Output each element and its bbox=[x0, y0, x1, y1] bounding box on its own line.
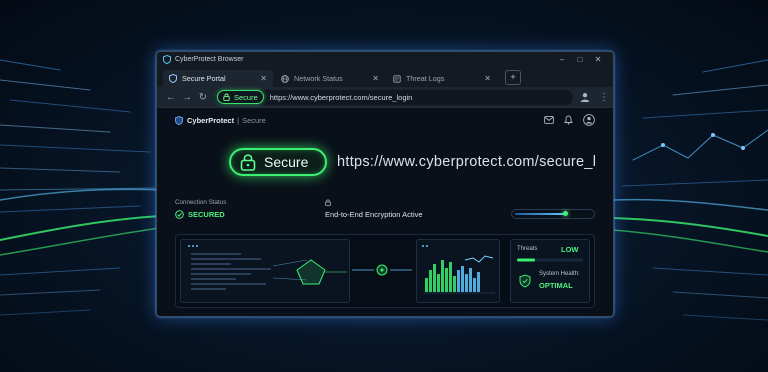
menu-icon[interactable]: ⋮ bbox=[599, 92, 609, 103]
document-icon bbox=[393, 74, 401, 83]
tab-network-status[interactable]: Network Status ✕ bbox=[275, 70, 385, 87]
dashboard-panel: Threats LOW System Health: OPTIMAL bbox=[175, 234, 595, 308]
status-row: Connection Status SECURED End-to-End Enc… bbox=[175, 199, 595, 229]
shield-check-icon bbox=[519, 274, 531, 288]
lock-icon bbox=[240, 154, 256, 171]
health-label: System Health: bbox=[539, 271, 580, 277]
minimize-button[interactable]: – bbox=[553, 55, 571, 64]
section-name: Secure bbox=[242, 115, 266, 125]
health-value: OPTIMAL bbox=[539, 281, 573, 290]
forward-button[interactable]: → bbox=[179, 92, 195, 103]
bell-icon[interactable] bbox=[564, 115, 573, 125]
app-header: CyberProtect | Secure bbox=[157, 108, 613, 132]
tab-secure-portal[interactable]: Secure Portal ✕ bbox=[163, 70, 273, 87]
connection-status-label: Connection Status bbox=[175, 199, 227, 206]
header-icons bbox=[544, 114, 595, 126]
traffic-chart-graphic bbox=[422, 245, 495, 294]
code-monitor-widget bbox=[180, 239, 350, 303]
hero-secure-bar: Secure https://www.cyberprotect.com/secu… bbox=[229, 148, 596, 176]
browser-window: CyberProtect Browser – □ ✕ Secure Portal… bbox=[156, 51, 614, 317]
background-code-left bbox=[0, 59, 166, 316]
brand-divider: | bbox=[237, 115, 240, 125]
tab-label: Network Status bbox=[294, 74, 343, 83]
maximize-button[interactable]: □ bbox=[571, 55, 589, 64]
tab-label: Threat Logs bbox=[406, 74, 445, 83]
traffic-chart-widget bbox=[416, 239, 500, 303]
network-node-graphic bbox=[352, 264, 412, 276]
shield-icon bbox=[163, 55, 171, 64]
connection-status-value: SECURED bbox=[175, 210, 225, 219]
shield-icon bbox=[175, 115, 183, 125]
address-bar: ← → ↻ Secure https://www.cyberprotect.co… bbox=[157, 87, 613, 108]
threats-label: Threats bbox=[517, 246, 538, 252]
hero-secure-badge: Secure bbox=[229, 148, 327, 176]
close-button[interactable]: ✕ bbox=[589, 55, 607, 64]
secure-label: Secure bbox=[234, 92, 258, 102]
profile-icon[interactable] bbox=[579, 91, 591, 103]
lock-icon bbox=[223, 93, 230, 101]
check-circle-icon bbox=[175, 210, 184, 219]
tab-bar: Secure Portal ✕ Network Status ✕ Threat … bbox=[157, 67, 613, 87]
background-code-right bbox=[612, 59, 768, 321]
tab-label: Secure Portal bbox=[182, 74, 226, 83]
page-content: CyberProtect | Secure Secure https://www… bbox=[157, 108, 613, 316]
network-node-widget bbox=[352, 253, 412, 287]
slider-knob[interactable] bbox=[563, 211, 569, 216]
lock-icon bbox=[325, 199, 331, 206]
back-button[interactable]: ← bbox=[163, 92, 179, 103]
slider-fill bbox=[515, 212, 566, 215]
encryption-level-slider[interactable] bbox=[511, 209, 595, 219]
reload-button[interactable]: ↻ bbox=[195, 92, 211, 103]
globe-icon bbox=[281, 74, 289, 83]
tab-close-icon[interactable]: ✕ bbox=[372, 74, 379, 83]
new-tab-button[interactable]: + bbox=[505, 70, 521, 85]
secure-badge[interactable]: Secure bbox=[217, 90, 264, 104]
tab-close-icon[interactable]: ✕ bbox=[484, 74, 491, 83]
user-avatar-icon[interactable] bbox=[583, 114, 595, 126]
window-title: CyberProtect Browser bbox=[175, 56, 244, 63]
code-monitor-graphic bbox=[188, 245, 347, 290]
mail-icon[interactable] bbox=[544, 116, 554, 124]
system-stats-widget: Threats LOW System Health: OPTIMAL bbox=[510, 239, 590, 303]
url-field[interactable]: Secure https://www.cyberprotect.com/secu… bbox=[215, 89, 573, 105]
brand-name: CyberProtect bbox=[187, 115, 235, 125]
hero-secure-label: Secure bbox=[264, 154, 309, 170]
threats-bar bbox=[517, 258, 583, 262]
url-text: https://www.cyberprotect.com/secure_logi… bbox=[269, 92, 413, 102]
title-bar: CyberProtect Browser – □ ✕ bbox=[157, 52, 613, 67]
tab-close-icon[interactable]: ✕ bbox=[260, 74, 267, 83]
tab-threat-logs[interactable]: Threat Logs ✕ bbox=[387, 70, 497, 87]
shield-icon bbox=[169, 74, 177, 83]
encryption-label: End-to-End Encryption Active bbox=[325, 210, 423, 219]
threats-value: LOW bbox=[561, 245, 579, 254]
hero-url: https://www.cyberprotect.com/secure_l bbox=[337, 154, 597, 170]
connection-status-text: SECURED bbox=[188, 210, 225, 219]
